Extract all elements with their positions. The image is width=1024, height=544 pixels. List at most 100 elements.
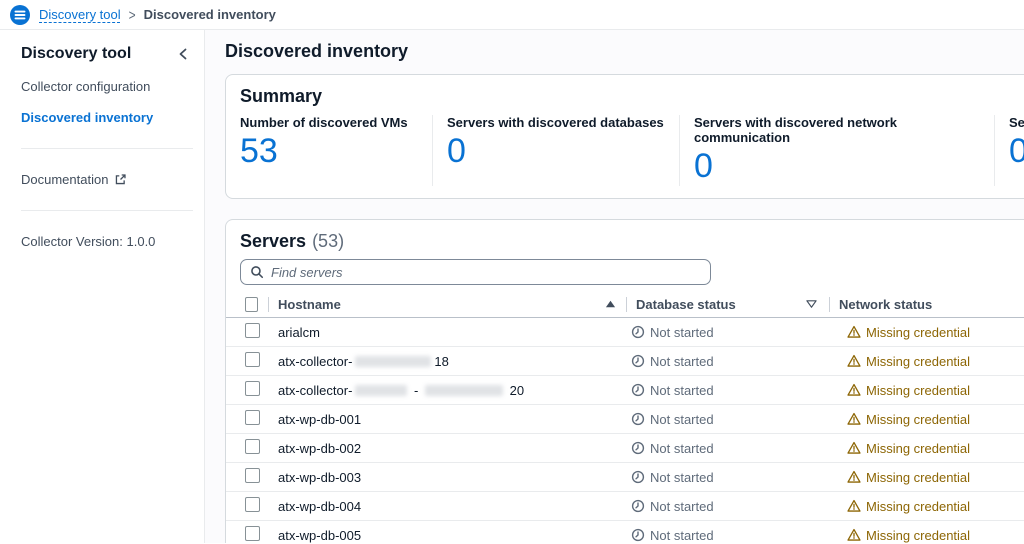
row-checkbox[interactable] bbox=[245, 352, 260, 367]
warning-triangle-icon bbox=[847, 470, 861, 484]
database-status-cell: Not started bbox=[626, 441, 829, 456]
external-link-icon bbox=[114, 173, 127, 186]
network-status-cell: Missing credential bbox=[829, 325, 1024, 340]
warning-triangle-icon bbox=[847, 383, 861, 397]
row-checkbox-cell bbox=[226, 410, 278, 428]
warning-triangle-icon bbox=[847, 441, 861, 455]
row-checkbox-cell bbox=[226, 439, 278, 457]
row-checkbox[interactable] bbox=[245, 439, 260, 454]
pending-clock-icon bbox=[631, 354, 645, 368]
stat-label: Servers with discovered network communic… bbox=[694, 115, 994, 145]
sidebar-title: Discovery tool bbox=[21, 45, 131, 63]
table-row: atx-wp-db-005 Not started Missing credenti… bbox=[226, 521, 1024, 543]
menu-button[interactable] bbox=[10, 5, 30, 25]
hostname-cell: atx-wp-db-003 bbox=[278, 470, 626, 485]
table-row: atx-wp-db-003Not startedMissing credenti… bbox=[226, 463, 1024, 492]
chevron-left-icon bbox=[177, 47, 189, 61]
main-content: Discovered inventory Summary Number of d… bbox=[205, 30, 1024, 543]
warning-triangle-icon bbox=[847, 499, 861, 513]
hostname-text: 20 bbox=[506, 383, 524, 398]
pending-clock-icon bbox=[631, 499, 645, 513]
hostname-cell: atx-collector- - 20 bbox=[278, 383, 626, 398]
breadcrumb-current: Discovered inventory bbox=[144, 7, 276, 22]
row-checkbox[interactable] bbox=[245, 526, 260, 541]
hostname-cell: atx-wp-db-002 bbox=[278, 441, 626, 456]
column-divider bbox=[268, 297, 269, 312]
pending-clock-icon bbox=[631, 412, 645, 426]
hostname-cell: atx-collector- 18 bbox=[278, 354, 626, 369]
pending-clock-icon bbox=[631, 383, 645, 397]
network-status-cell: Missing credential bbox=[829, 441, 1024, 456]
search-input[interactable] bbox=[271, 265, 701, 280]
database-status-cell: Not started bbox=[626, 383, 829, 398]
sidebar-item-discovered-inventory[interactable]: Discovered inventory bbox=[21, 110, 193, 125]
breadcrumb-link-discovery-tool[interactable]: Discovery tool bbox=[39, 7, 121, 22]
database-status-text: Not started bbox=[650, 528, 714, 543]
servers-search-box[interactable] bbox=[240, 259, 711, 285]
collector-version-text: Collector Version: 1.0.0 bbox=[21, 234, 193, 249]
hostname-text: atx-collector- bbox=[278, 383, 352, 398]
network-status-text: Missing credential bbox=[866, 528, 970, 543]
top-navigation-bar: Discovery tool > Discovered inventory bbox=[0, 0, 1024, 30]
column-label: Database status bbox=[636, 297, 736, 312]
stat-label: Ser bbox=[1009, 115, 1024, 130]
database-status-cell: Not started bbox=[626, 499, 829, 514]
database-status-text: Not started bbox=[650, 441, 714, 456]
sidebar-divider bbox=[21, 210, 193, 211]
redacted-text bbox=[425, 385, 503, 396]
column-header-network-status[interactable]: Network status bbox=[829, 291, 1024, 317]
breadcrumb: Discovery tool > Discovered inventory bbox=[39, 7, 276, 22]
database-status-cell: Not started bbox=[626, 325, 829, 340]
network-status-text: Missing credential bbox=[866, 441, 970, 456]
network-status-cell: Missing credential bbox=[829, 470, 1024, 485]
sort-ascending-icon[interactable] bbox=[605, 299, 616, 309]
row-checkbox[interactable] bbox=[245, 381, 260, 396]
stat-label: Servers with discovered databases bbox=[447, 115, 679, 130]
hamburger-icon bbox=[10, 5, 30, 25]
warning-triangle-icon bbox=[847, 412, 861, 426]
sidebar: Discovery tool Collector configuration D… bbox=[0, 30, 205, 543]
hostname-text: atx-collector- bbox=[278, 354, 352, 369]
row-checkbox[interactable] bbox=[245, 497, 260, 512]
sidebar-divider bbox=[21, 148, 193, 149]
table-row: atx-wp-db-004Not startedMissing credenti… bbox=[226, 492, 1024, 521]
hostname-text: atx-wp-db-005 bbox=[278, 528, 361, 543]
hostname-text: arialcm bbox=[278, 325, 320, 340]
stat-servers-with-databases: Servers with discovered databases 0 bbox=[432, 115, 679, 186]
servers-heading: Servers bbox=[240, 230, 306, 252]
table-row: atx-wp-db-001Not startedMissing credenti… bbox=[226, 405, 1024, 434]
redacted-text bbox=[355, 385, 407, 396]
sidebar-collapse-button[interactable] bbox=[177, 47, 189, 61]
table-row: atx-wp-db-002 Not started Missing credenti… bbox=[226, 434, 1024, 463]
select-all-checkbox[interactable] bbox=[245, 297, 258, 312]
stat-label: Number of discovered VMs bbox=[240, 115, 432, 130]
servers-table-body: arialcmNot startedMissing credentialatx-… bbox=[226, 318, 1024, 543]
row-checkbox[interactable] bbox=[245, 323, 260, 338]
sidebar-header: Discovery tool bbox=[21, 45, 193, 63]
sidebar-documentation-link[interactable]: Documentation bbox=[21, 172, 193, 187]
column-header-database-status[interactable]: Database status bbox=[626, 291, 829, 317]
summary-stats: Number of discovered VMs 53 Servers with… bbox=[240, 115, 1024, 186]
row-checkbox[interactable] bbox=[245, 410, 260, 425]
hostname-text: 18 bbox=[434, 354, 448, 369]
filter-icon[interactable] bbox=[806, 299, 817, 309]
sidebar-item-collector-configuration[interactable]: Collector configuration bbox=[21, 79, 193, 94]
network-status-cell: Missing credential bbox=[829, 499, 1024, 514]
column-header-hostname[interactable]: Hostname bbox=[278, 291, 626, 317]
pending-clock-icon bbox=[631, 470, 645, 484]
warning-triangle-icon bbox=[847, 325, 861, 339]
stat-value: 0 bbox=[694, 147, 994, 186]
stat-discovered-vms: Number of discovered VMs 53 bbox=[240, 115, 432, 186]
network-status-text: Missing credential bbox=[866, 412, 970, 427]
hostname-text: atx-wp-db-001 bbox=[278, 412, 361, 427]
row-checkbox-cell bbox=[226, 497, 278, 515]
hostname-cell: atx-wp-db-004 bbox=[278, 499, 626, 514]
hostname-text: - bbox=[410, 383, 422, 398]
hostname-cell: arialcm bbox=[278, 325, 626, 340]
hostname-text: atx-wp-db-003 bbox=[278, 470, 361, 485]
database-status-text: Not started bbox=[650, 354, 714, 369]
warning-triangle-icon bbox=[847, 354, 861, 368]
documentation-label: Documentation bbox=[21, 172, 108, 187]
row-checkbox[interactable] bbox=[245, 468, 260, 483]
row-checkbox-cell bbox=[226, 468, 278, 486]
